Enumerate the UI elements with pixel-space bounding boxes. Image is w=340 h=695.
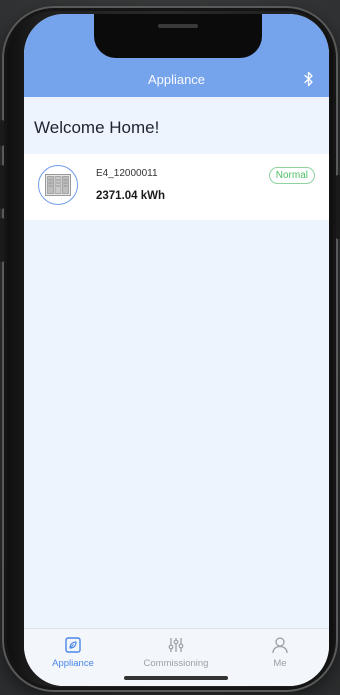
side-button [0,218,4,262]
home-indicator[interactable] [124,676,228,680]
device-energy: 2371.04 kWh [96,190,166,202]
side-button [0,165,4,209]
device-card[interactable]: E4_12000011 2371.04 kWh Normal [24,154,329,220]
device-name: E4_12000011 [96,168,158,179]
tab-me[interactable]: Me [235,635,325,669]
side-button [336,175,340,239]
appliance-icon [65,637,81,653]
battery-cabinet-icon [45,174,71,196]
welcome-heading: Welcome Home! [34,118,160,137]
notch [94,14,262,58]
speaker [158,24,198,28]
page-title: Appliance [147,72,206,87]
tab-commissioning[interactable]: Commissioning [131,635,221,669]
tab-label: Commissioning [143,658,209,669]
user-icon [272,637,288,654]
tab-appliance[interactable]: Appliance [28,635,118,669]
side-button [0,120,4,146]
bluetooth-icon[interactable] [303,71,315,87]
tab-label: Appliance [52,658,94,669]
tab-label: Me [273,658,287,669]
sliders-icon [168,638,184,652]
device-avatar [38,165,78,205]
status-badge: Normal [268,167,315,184]
phone-screen: Appliance Welcome Home! E4_12000011 2371… [24,14,329,686]
